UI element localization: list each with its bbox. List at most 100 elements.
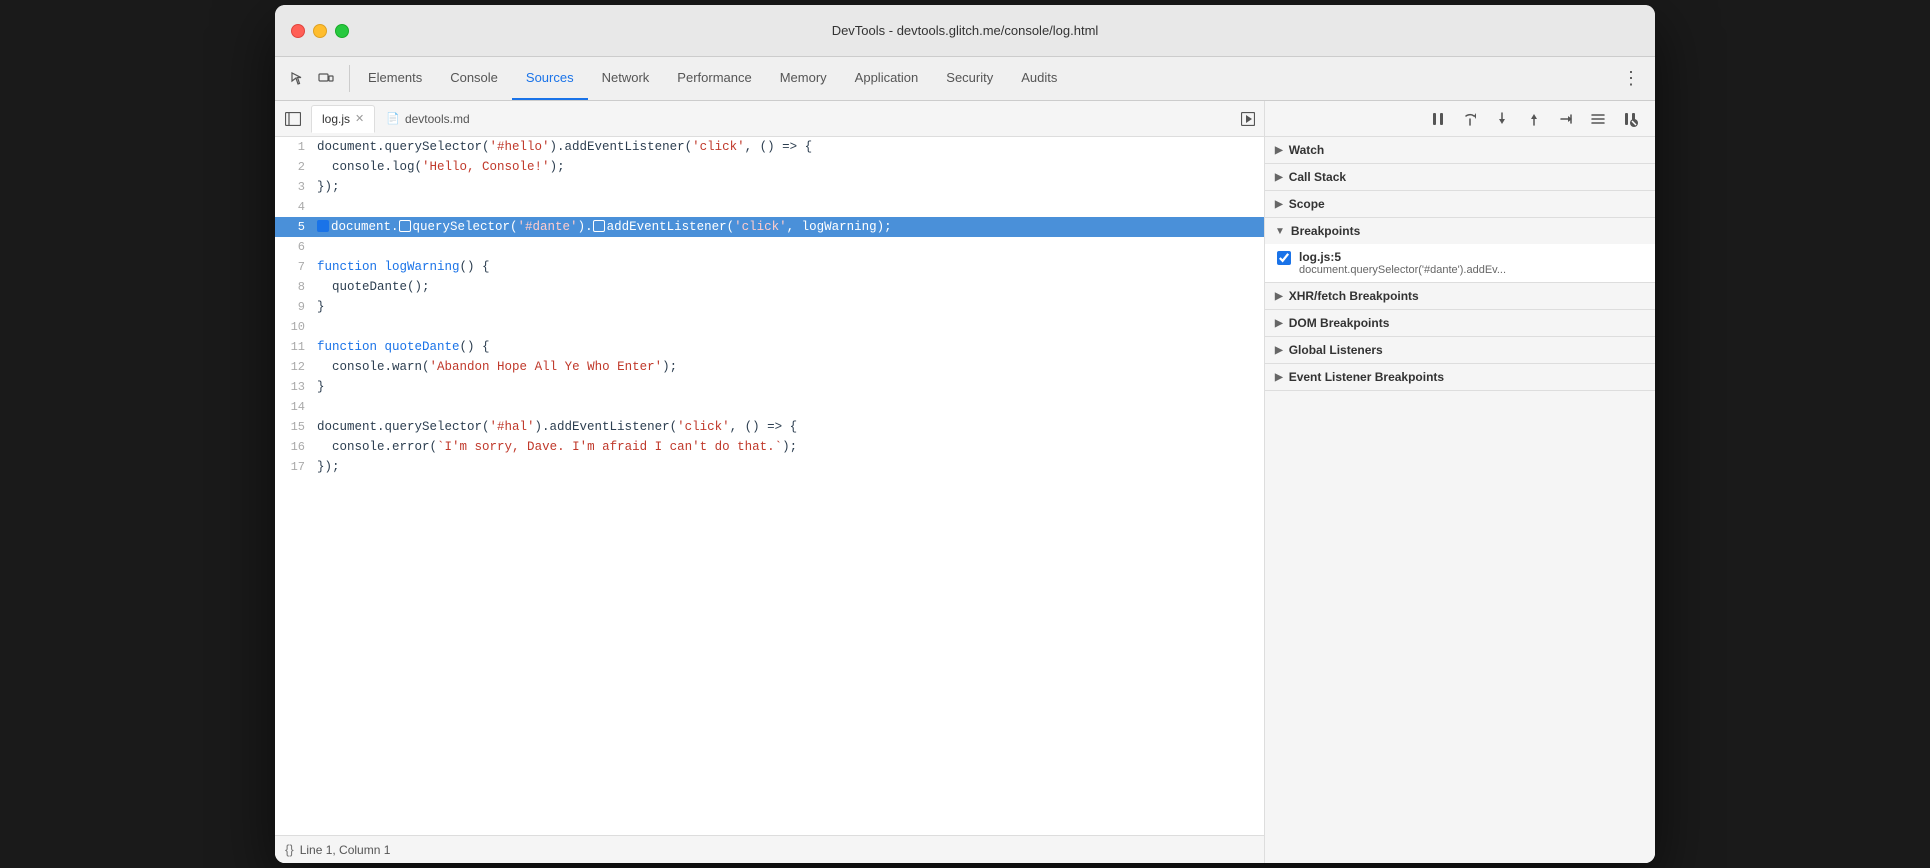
tab-memory[interactable]: Memory xyxy=(766,57,841,100)
tab-bar-icons xyxy=(279,57,345,100)
code-line-12: 12 console.warn('Abandon Hope All Ye Who… xyxy=(275,357,1264,377)
event-listener-breakpoints-section: ▶ Event Listener Breakpoints xyxy=(1265,364,1655,391)
main-area: log.js ✕ 📄 devtools.md xyxy=(275,101,1655,863)
status-bar: {} Line 1, Column 1 xyxy=(275,835,1264,863)
global-listeners-section: ▶ Global Listeners xyxy=(1265,337,1655,364)
tab-bar-end: ⋮ xyxy=(1619,57,1651,100)
breakpoints-label: Breakpoints xyxy=(1291,224,1360,238)
pause-resume-button[interactable] xyxy=(1425,106,1451,132)
file-tab-close-icon[interactable]: ✕ xyxy=(355,112,364,125)
deactivate-breakpoints-button[interactable] xyxy=(1585,106,1611,132)
code-line-10: 10 xyxy=(275,317,1264,337)
file-tabs: log.js ✕ 📄 devtools.md xyxy=(275,101,1264,137)
xhr-fetch-label: XHR/fetch Breakpoints xyxy=(1289,289,1419,303)
file-icon: 📄 xyxy=(386,112,400,125)
tab-application[interactable]: Application xyxy=(841,57,933,100)
left-panel: log.js ✕ 📄 devtools.md xyxy=(275,101,1265,863)
step-into-button[interactable] xyxy=(1489,106,1515,132)
event-listener-breakpoints-arrow-icon: ▶ xyxy=(1275,372,1283,383)
breakpoints-arrow-icon: ▼ xyxy=(1275,226,1285,237)
pause-on-exceptions-button[interactable] xyxy=(1617,106,1643,132)
scope-arrow-icon: ▶ xyxy=(1275,199,1283,210)
call-stack-arrow-icon: ▶ xyxy=(1275,172,1283,183)
cursor-position: Line 1, Column 1 xyxy=(300,843,391,857)
step-button[interactable] xyxy=(1553,106,1579,132)
code-line-9: 9 } xyxy=(275,297,1264,317)
breakpoint-info: log.js:5 document.querySelector('#dante'… xyxy=(1299,250,1643,276)
devtools-window: DevTools - devtools.glitch.me/console/lo… xyxy=(275,5,1655,863)
code-line-8: 8 quoteDante(); xyxy=(275,277,1264,297)
tab-network[interactable]: Network xyxy=(588,57,664,100)
scope-section: ▶ Scope xyxy=(1265,191,1655,218)
code-line-6: 6 xyxy=(275,237,1264,257)
right-panel: ▶ Watch ▶ Call Stack ▶ Scope xyxy=(1265,101,1655,863)
scope-header[interactable]: ▶ Scope xyxy=(1265,191,1655,217)
close-button[interactable] xyxy=(291,24,305,38)
file-tab-label: log.js xyxy=(322,112,350,126)
file-tab-label: devtools.md xyxy=(405,112,470,126)
code-line-11: 11 function quoteDante() { xyxy=(275,337,1264,357)
step-out-button[interactable] xyxy=(1521,106,1547,132)
tab-bar: Elements Console Sources Network Perform… xyxy=(275,57,1655,101)
file-tab-devtools-md[interactable]: 📄 devtools.md xyxy=(375,105,480,133)
tab-console[interactable]: Console xyxy=(436,57,512,100)
sidebar-toggle-icon[interactable] xyxy=(279,105,307,133)
xhr-fetch-section: ▶ XHR/fetch Breakpoints xyxy=(1265,283,1655,310)
device-toolbar-icon[interactable] xyxy=(315,68,337,90)
tab-performance[interactable]: Performance xyxy=(663,57,765,100)
breakpoint-checkbox[interactable] xyxy=(1277,251,1291,265)
code-line-3: 3 }); xyxy=(275,177,1264,197)
traffic-lights xyxy=(291,24,349,38)
debugger-toolbar xyxy=(1265,101,1655,137)
step-over-button[interactable] xyxy=(1457,106,1483,132)
code-line-14: 14 xyxy=(275,397,1264,417)
watch-section: ▶ Watch xyxy=(1265,137,1655,164)
format-icon[interactable]: {} xyxy=(285,842,294,857)
file-tab-log-js[interactable]: log.js ✕ xyxy=(311,105,375,133)
code-line-15: 15 document.querySelector('#hal').addEve… xyxy=(275,417,1264,437)
event-listener-breakpoints-header[interactable]: ▶ Event Listener Breakpoints xyxy=(1265,364,1655,390)
breakpoints-header[interactable]: ▼ Breakpoints xyxy=(1265,218,1655,244)
xhr-fetch-header[interactable]: ▶ XHR/fetch Breakpoints xyxy=(1265,283,1655,309)
breakpoints-body: log.js:5 document.querySelector('#dante'… xyxy=(1265,244,1655,282)
breakpoints-section: ▼ Breakpoints log.js:5 document.querySel… xyxy=(1265,218,1655,283)
minimize-button[interactable] xyxy=(313,24,327,38)
global-listeners-arrow-icon: ▶ xyxy=(1275,345,1283,356)
code-line-17: 17 }); xyxy=(275,457,1264,477)
call-stack-header[interactable]: ▶ Call Stack xyxy=(1265,164,1655,190)
run-snippet-icon[interactable] xyxy=(1236,107,1260,131)
breakpoint-code: document.querySelector('#dante').addEv..… xyxy=(1299,264,1643,276)
inspect-icon[interactable] xyxy=(287,68,309,90)
global-listeners-header[interactable]: ▶ Global Listeners xyxy=(1265,337,1655,363)
event-listener-breakpoints-label: Event Listener Breakpoints xyxy=(1289,370,1444,384)
dom-breakpoints-label: DOM Breakpoints xyxy=(1289,316,1390,330)
code-editor[interactable]: 1 document.querySelector('#hello').addEv… xyxy=(275,137,1264,835)
scope-label: Scope xyxy=(1289,197,1325,211)
tab-separator xyxy=(349,65,350,92)
breakpoint-marker xyxy=(317,220,329,232)
breakpoint-location: log.js:5 xyxy=(1299,250,1643,264)
tab-audits[interactable]: Audits xyxy=(1007,57,1071,100)
window-title: DevTools - devtools.glitch.me/console/lo… xyxy=(832,23,1099,38)
tab-sources[interactable]: Sources xyxy=(512,57,588,100)
dom-breakpoints-section: ▶ DOM Breakpoints xyxy=(1265,310,1655,337)
call-stack-section: ▶ Call Stack xyxy=(1265,164,1655,191)
code-line-5: 5 document.querySelector('#dante').addEv… xyxy=(275,217,1264,237)
code-line-16: 16 console.error(`I'm sorry, Dave. I'm a… xyxy=(275,437,1264,457)
watch-header[interactable]: ▶ Watch xyxy=(1265,137,1655,163)
call-stack-label: Call Stack xyxy=(1289,170,1346,184)
dom-breakpoints-header[interactable]: ▶ DOM Breakpoints xyxy=(1265,310,1655,336)
code-line-1: 1 document.querySelector('#hello').addEv… xyxy=(275,137,1264,157)
code-line-7: 7 function logWarning() { xyxy=(275,257,1264,277)
tab-elements[interactable]: Elements xyxy=(354,57,436,100)
code-line-13: 13 } xyxy=(275,377,1264,397)
code-line-2: 2 console.log('Hello, Console!'); xyxy=(275,157,1264,177)
title-bar: DevTools - devtools.glitch.me/console/lo… xyxy=(275,5,1655,57)
watch-label: Watch xyxy=(1289,143,1325,157)
file-tabs-end xyxy=(1236,107,1260,131)
more-tabs-button[interactable]: ⋮ xyxy=(1619,67,1643,91)
code-line-4: 4 xyxy=(275,197,1264,217)
maximize-button[interactable] xyxy=(335,24,349,38)
tab-security[interactable]: Security xyxy=(932,57,1007,100)
watch-arrow-icon: ▶ xyxy=(1275,145,1283,156)
